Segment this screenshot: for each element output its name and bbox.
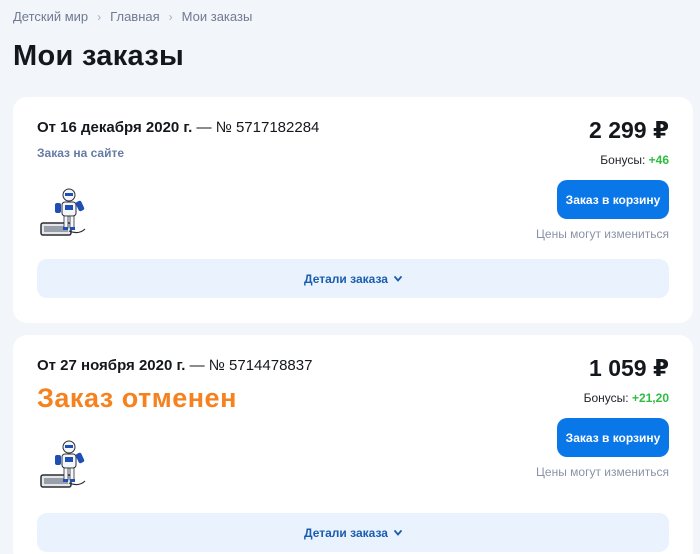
order-details-label: Детали заказа: [304, 525, 388, 540]
order-number: — № 5714478837: [189, 357, 313, 374]
chevron-right-icon: ›: [97, 9, 102, 24]
order-status: Заказ отменен: [37, 383, 237, 413]
order-details-label: Детали заказа: [304, 271, 388, 286]
chevron-down-icon: [394, 529, 402, 536]
order-card: От 16 декабря 2020 г. — № 5717182284 Зак…: [13, 97, 693, 323]
order-card: От 27 ноября 2020 г. — № 5714478837 Зака…: [13, 335, 693, 554]
price-note: Цены могут измениться: [536, 465, 669, 479]
order-source: Заказ на сайте: [37, 146, 124, 160]
robot-toy-product-image[interactable]: [39, 185, 93, 241]
order-details-toggle[interactable]: Детали заказа: [37, 513, 669, 552]
chevron-right-icon: ›: [168, 9, 173, 24]
robot-toy-product-image[interactable]: [39, 437, 93, 493]
reorder-to-cart-button[interactable]: Заказ в корзину: [557, 418, 669, 457]
order-details-toggle[interactable]: Детали заказа: [37, 259, 669, 298]
order-bonus: Бонусы: +21,20: [584, 391, 669, 405]
order-header: От 27 ноября 2020 г. — № 5714478837: [37, 357, 312, 374]
breadcrumb-link-home-store[interactable]: Детский мир: [13, 9, 88, 24]
breadcrumb-link-main[interactable]: Главная: [110, 9, 159, 24]
bonus-label: Бонусы:: [600, 153, 646, 167]
order-date: От 16 декабря 2020 г.: [37, 119, 193, 136]
order-bonus: Бонусы: +46: [600, 153, 669, 167]
order-date: От 27 ноября 2020 г.: [37, 357, 186, 374]
page-title: Мои заказы: [13, 40, 185, 72]
breadcrumb-current: Мои заказы: [181, 9, 253, 24]
bonus-value: +46: [648, 153, 669, 167]
order-number: — № 5717182284: [196, 119, 320, 136]
chevron-down-icon: [394, 275, 402, 282]
reorder-to-cart-button[interactable]: Заказ в корзину: [557, 180, 669, 219]
breadcrumb: Детский мир › Главная › Мои заказы: [13, 9, 252, 24]
bonus-label: Бонусы:: [583, 391, 629, 405]
order-header: От 16 декабря 2020 г. — № 5717182284: [37, 119, 319, 136]
price-note: Цены могут измениться: [536, 227, 669, 241]
order-price: 1 059 ₽: [589, 355, 669, 381]
bonus-value: +21,20: [631, 391, 669, 405]
order-price: 2 299 ₽: [589, 117, 669, 143]
